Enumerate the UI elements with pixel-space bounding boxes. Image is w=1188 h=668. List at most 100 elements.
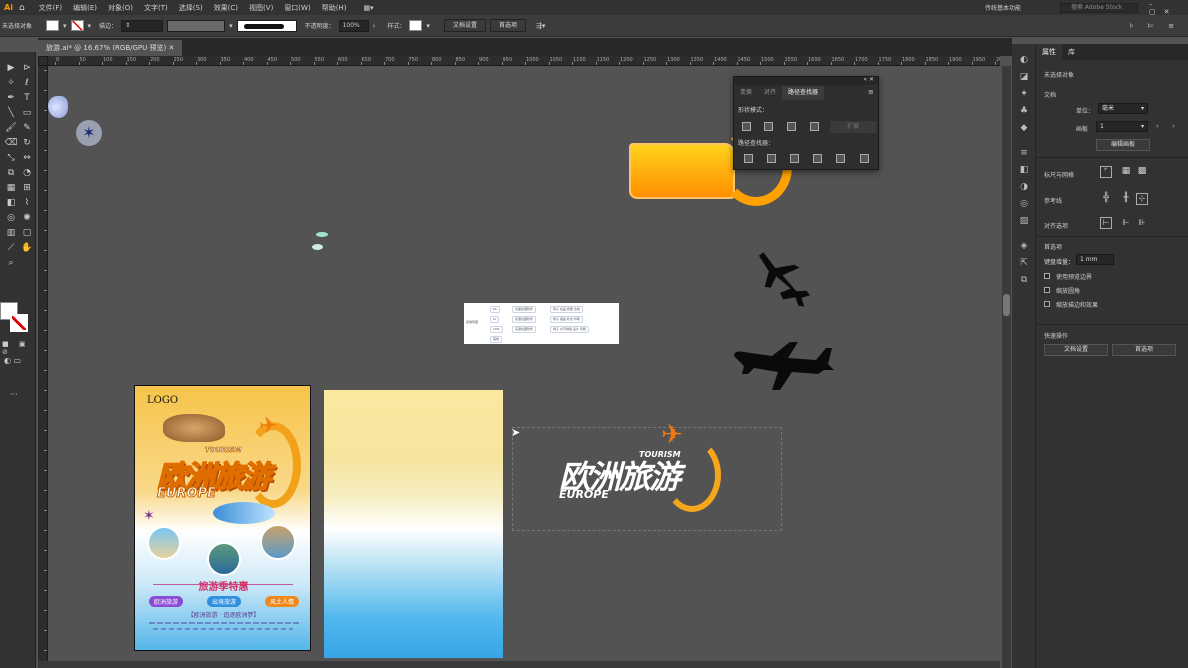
menu-item[interactable]: 选择(S) [179,3,203,13]
minus-front-icon[interactable] [764,122,773,131]
edit-artboards-button[interactable]: 编辑画板 [1096,139,1150,151]
layers-icon[interactable]: ◈ [1017,240,1031,252]
menu-item[interactable]: 帮助(H) [322,3,347,13]
blend-tool-icon[interactable]: ◎ [4,212,18,224]
graphic-style-swatch[interactable] [409,20,423,31]
window-controls[interactable]: –▢✕ [1149,0,1188,16]
exclude-icon[interactable] [810,122,819,131]
pixel-grid-icon[interactable]: ▩ [1136,166,1148,178]
column-graph-icon[interactable]: ▥ [4,227,18,239]
image-trace-icon[interactable]: ▨ [1017,215,1031,227]
menu-item[interactable]: 效果(C) [214,3,238,13]
graphic-styles-icon[interactable]: ◆ [1017,122,1031,134]
artboard-nav-icon[interactable]: ‹ › [1156,123,1181,130]
fill-swatch[interactable] [46,20,60,31]
gradient-tool-icon[interactable]: ◧ [4,197,18,209]
stroke-icon[interactable]: ≡ [1017,147,1031,159]
rectangle-tool-icon[interactable]: ▭ [20,107,34,119]
unite-icon[interactable] [742,122,751,131]
panel-options-icon[interactable]: ⊧ ⊨ ≡ [1130,22,1180,30]
smart-guides-icon[interactable]: ⊹ [1136,193,1148,205]
tab-properties[interactable]: 属性 [1036,44,1062,60]
chevron-down-icon[interactable]: ▾ [229,22,233,30]
swatches-icon[interactable]: ◪ [1017,71,1031,83]
tab-align[interactable]: 对齐 [758,86,782,100]
intersect-icon[interactable] [787,122,796,131]
outline-icon[interactable] [836,154,845,163]
slice-tool-icon[interactable]: ⟋ [4,242,18,254]
background-artboard[interactable] [324,390,503,658]
direct-selection-tool-icon[interactable]: ⊳ [20,62,34,74]
line-tool-icon[interactable]: ╲ [4,107,18,119]
appearance-icon[interactable]: ◎ [1017,198,1031,210]
ruler-origin[interactable] [38,56,48,66]
close-icon[interactable]: « ✕ [863,76,874,83]
slipper-graphic[interactable] [312,244,323,250]
chevron-down-icon[interactable]: ▾ [88,22,92,30]
gradient-icon[interactable]: ◧ [1017,164,1031,176]
eraser-icon[interactable]: ⌫ [4,137,18,149]
stroke-color-swatch[interactable] [10,314,28,332]
eyedropper-icon[interactable]: ⌇ [20,197,34,209]
shape-builder-icon[interactable]: ◔ [20,167,34,179]
menu-item[interactable]: 视图(V) [249,3,273,13]
merge-icon[interactable] [790,154,799,163]
hand-tool-icon[interactable]: ✋ [20,242,34,254]
stroke-swatch[interactable] [70,20,84,31]
airplane-icon[interactable] [752,250,824,308]
ruler-toggle-icon[interactable]: ⌜ [1100,166,1112,178]
transparency-icon[interactable]: ◑ [1017,181,1031,193]
scrollbar-thumb[interactable] [1003,294,1010,316]
pencil-icon[interactable]: ✎ [20,122,34,134]
scale-tool-icon[interactable]: ⤡ [4,152,18,164]
tab-pathfinder[interactable]: 路径查找器 [782,86,825,100]
snap-point-icon[interactable]: ⊢ [1100,217,1112,229]
lock-guides-icon[interactable]: ╫ [1120,193,1132,205]
artboards-icon[interactable]: ⧉ [1017,274,1031,286]
menu-item[interactable]: 窗口(W) [284,3,310,13]
perspective-grid-icon[interactable]: ▦ [4,182,18,194]
preference-checkbox[interactable] [1044,301,1050,307]
grid-toggle-icon[interactable]: ▦ [1120,166,1132,178]
airplane-icon[interactable] [732,338,838,394]
minus-back-icon[interactable] [860,154,869,163]
close-icon[interactable]: ✕ [168,44,174,52]
logo-group-bounding-box[interactable]: ✈ TOURISM 欧洲旅游 EUROPE [512,420,782,531]
app-logo-icon[interactable]: Ai [4,3,13,12]
vertical-scrollbar[interactable] [1002,66,1011,668]
color-icon[interactable]: ◐ [1017,54,1031,66]
keyboard-increment-input[interactable]: 1 mm [1076,254,1114,265]
chevron-right-icon[interactable]: › [373,22,376,30]
mesh-tool-icon[interactable]: ⊞ [20,182,34,194]
color-mode-icons[interactable]: ■ ▣ ⊘ [2,340,35,356]
preference-checkbox[interactable] [1044,273,1050,279]
menu-item[interactable]: 编辑(E) [73,3,97,13]
rotate-tool-icon[interactable]: ↻ [20,137,34,149]
export-icon[interactable]: ⇱ [1017,257,1031,269]
chevron-down-icon[interactable]: ▾ [63,22,67,30]
variable-width-profile[interactable] [167,19,226,32]
symbol-sprayer-icon[interactable]: ✺ [20,212,34,224]
type-tool-icon[interactable]: T [20,92,34,104]
brush-definition[interactable] [236,19,297,32]
preferences-button[interactable]: 首选项 [489,19,526,32]
menu-item[interactable]: 文件(F) [39,3,63,13]
layout-icon[interactable]: ▦▾ [363,4,373,12]
edit-toolbar-icon[interactable]: ··· [10,390,18,399]
crop-icon[interactable] [813,154,822,163]
mindmap-image[interactable]: 思维导图 PS AI CDR 其他 位图处理软件 矢量绘图软件 矢量绘图软件 例… [464,303,619,344]
swimsuit-graphic[interactable] [48,96,68,118]
stroke-weight-stepper[interactable]: ⇕ [121,19,164,32]
snap-pixel-icon[interactable]: ⊩ [1120,217,1132,229]
starfish-icon[interactable]: ✶ [76,120,102,146]
menu-item[interactable]: 对象(O) [108,3,133,13]
expand-button[interactable]: 扩展 [830,121,876,133]
stock-search-input[interactable]: 搜索 Adobe Stock [1060,2,1138,13]
panel-grip[interactable]: « ✕ [734,76,878,85]
opacity-input[interactable]: 100% [338,19,369,32]
poster-artboard[interactable]: LOGO ✈ TOURISM 欧洲旅游 EUROPE ✶ 旅游季特惠 欧洲旅游出… [134,385,311,651]
units-select[interactable]: 毫米 ▾ [1098,103,1148,114]
snap-glyph-icon[interactable]: ⊪ [1136,217,1148,229]
tab-transform[interactable]: 变换 [734,86,758,100]
title-artwork[interactable] [629,143,735,199]
